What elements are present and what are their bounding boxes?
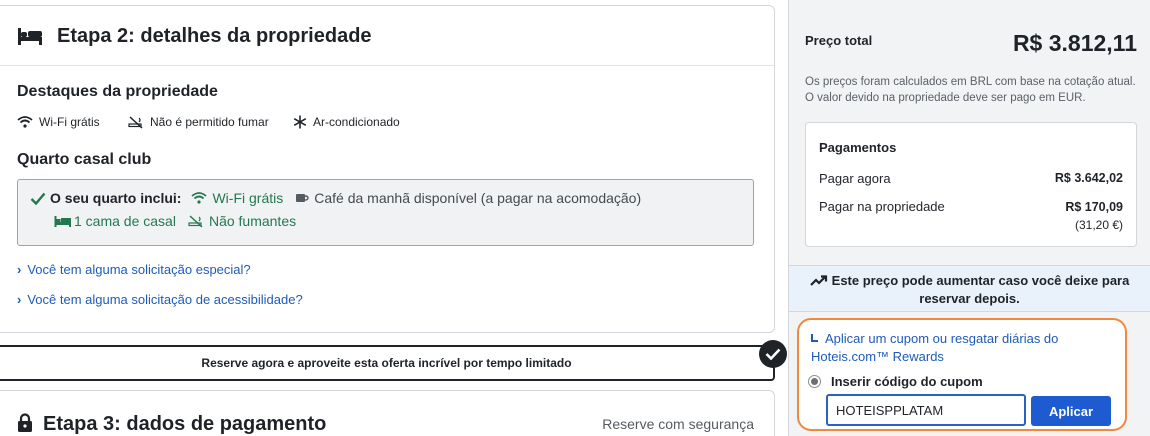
highlights-heading: Destaques da propriedade [17,83,218,100]
pay-property-label: Pagar na propriedade [819,199,945,214]
collapse-icon [811,334,818,342]
payments-title: Pagamentos [819,140,897,155]
check-circle-icon [759,340,787,368]
coupon-code-radio-label: Inserir código do cupom [831,374,983,389]
total-price-value: R$ 3.812,11 [1012,30,1137,56]
currency-note: Os preços foram calculados em BRL com ba… [805,76,1136,104]
amenity-wifi: Wi-Fi grátis [17,115,100,129]
amenity-label: Wi-Fi grátis [39,115,100,129]
price-summary-panel: Preço total R$ 3.812,11 Os preços foram … [788,0,1150,436]
apply-coupon-link[interactable]: Aplicar um cupom ou resgatar diárias do … [811,330,1111,366]
payments-box: Pagamentos Pagar agora R$ 3.642,02 Pagar… [805,122,1137,247]
amenity-ac: Ar-condicionado [293,115,400,129]
pay-now-value: R$ 3.642,02 [1054,171,1123,185]
step2-title: Etapa 2: detalhes da propriedade [57,25,372,47]
trending-up-icon [809,275,827,286]
pay-property-eur: (31,20 €) [1074,218,1123,232]
price-increase-warning: Este preço pode aumentar caso você deixe… [789,265,1150,312]
include-wifi: Wi-Fi grátis [191,190,283,206]
amenity-no-smoking: Não é permitido fumar [128,115,269,129]
total-price-label: Preço total [805,33,873,48]
limited-offer-banner: Reserve agora e aproveite esta oferta in… [0,340,787,381]
secure-booking-text: Reserve com segurança [602,416,754,432]
apply-coupon-button[interactable]: Aplicar [1031,396,1111,426]
include-breakfast: Café da manhã disponível (a pagar na aco… [295,190,641,206]
bed-icon [54,215,71,227]
warning-text: Este preço pode aumentar caso você deixe… [831,273,1130,306]
chevron-right-icon: › [17,292,22,307]
pay-property-value: R$ 170,09 [1065,200,1123,214]
accessibility-request-link[interactable]: › Você tem alguma solicitação de acessib… [17,292,303,307]
step2-section: Etapa 2: detalhes da propriedade Destaqu… [0,5,775,333]
coffee-cup-icon [296,194,309,202]
lock-icon [18,413,32,432]
include-bed: 1 cama de casal [54,213,176,229]
amenity-label: Não é permitido fumar [150,115,269,129]
amenity-label: Ar-condicionado [313,115,400,129]
coupon-code-input[interactable] [826,394,1026,426]
room-title: Quarto casal club [17,151,152,168]
step3-title: Etapa 3: dados de pagamento [43,413,327,435]
snowflake-icon [293,115,307,129]
pay-now-label: Pagar agora [819,171,891,186]
no-smoking-icon [128,115,143,129]
room-includes-row-2: 1 cama de casal Não fumantes [54,213,308,229]
include-non-smoking: Não fumantes [188,213,296,229]
chevron-right-icon: › [17,262,22,277]
coupon-code-radio[interactable] [808,375,821,388]
wifi-icon [191,192,208,204]
coupon-code-option[interactable]: Inserir código do cupom [808,374,983,389]
room-includes-row: O seu quarto inclui: Wi-Fi grátis Café d… [30,190,653,206]
no-smoking-icon [188,214,203,228]
step2-header: Etapa 2: detalhes da propriedade [0,6,774,66]
check-icon [30,192,46,205]
coupon-section: Aplicar um cupom ou resgatar diárias do … [797,318,1127,431]
wifi-icon [17,116,33,128]
step3-section: Etapa 3: dados de pagamento Reserve com … [0,390,775,436]
room-includes-label: O seu quarto inclui: [50,190,182,206]
bed-icon [18,28,42,45]
special-request-link[interactable]: › Você tem alguma solicitação especial? [17,262,251,277]
banner-text: Reserve agora e aproveite esta oferta in… [201,356,572,370]
room-includes-box: O seu quarto inclui: Wi-Fi grátis Café d… [17,179,754,246]
